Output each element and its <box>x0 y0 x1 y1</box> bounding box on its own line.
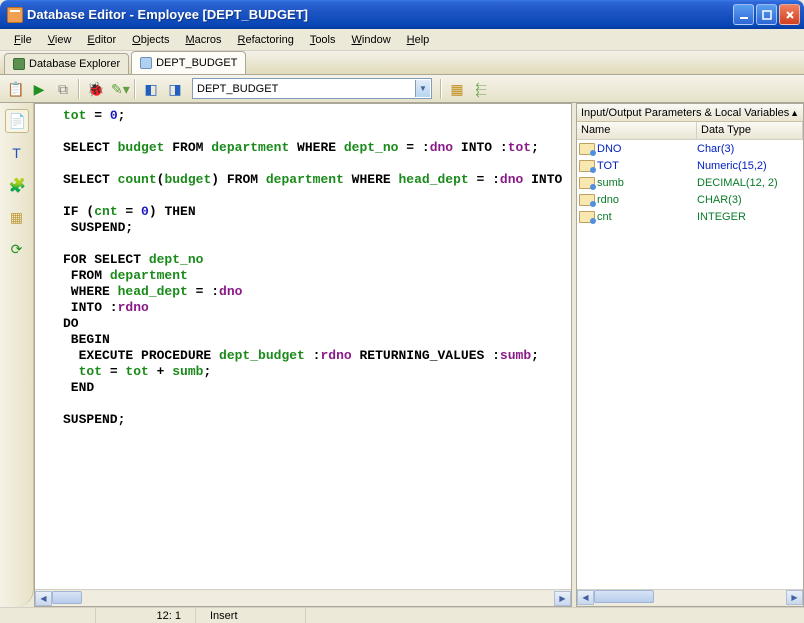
param-icon <box>579 160 595 172</box>
text-icon: T <box>9 145 25 161</box>
object-dropdown[interactable]: DEPT_BUDGET ▼ <box>192 78 432 99</box>
bookmark-next-icon: ◨ <box>167 81 183 97</box>
collapse-icon[interactable]: ▲ <box>790 108 799 118</box>
left-rail: 📄 T 🧩 ▦ ⟳ <box>0 103 34 607</box>
parameters-header: Input/Output Parameters & Local Variable… <box>577 104 803 122</box>
column-header-name[interactable]: Name <box>577 122 697 139</box>
run-button[interactable]: ▶ <box>28 78 50 100</box>
window-title: Database Editor - Employee [DEPT_BUDGET] <box>27 7 733 22</box>
menubar: File View Editor Objects Macros Refactor… <box>0 29 804 51</box>
status-rest <box>306 608 804 623</box>
app-icon <box>7 7 23 23</box>
menu-editor[interactable]: Editor <box>79 32 124 48</box>
debug-button[interactable]: 🐞 <box>84 78 106 100</box>
explorer-icon <box>13 58 25 70</box>
paste-button[interactable]: 📋 <box>4 78 26 100</box>
tab-label: Database Explorer <box>29 58 120 70</box>
toolbar-separator <box>440 79 442 99</box>
rail-text-button[interactable]: T <box>5 141 29 165</box>
scroll-right-button[interactable]: ▶ <box>554 591 571 606</box>
tab-dept-budget[interactable]: DEPT_BUDGET <box>131 51 246 74</box>
compile-button[interactable]: ⧉ <box>52 78 74 100</box>
bookmark-next-button[interactable]: ◨ <box>164 78 186 100</box>
scroll-thumb[interactable] <box>594 590 654 603</box>
tab-database-explorer[interactable]: Database Explorer <box>4 53 129 74</box>
param-row[interactable]: TOTNumeric(15,2) <box>577 157 803 174</box>
scroll-left-button[interactable]: ◀ <box>35 591 52 606</box>
play-icon: ▶ <box>31 81 47 97</box>
bookmark-prev-button[interactable]: ◧ <box>140 78 162 100</box>
code-editor[interactable]: tot = 0; SELECT budget FROM department W… <box>35 104 571 589</box>
status-cursor-pos: 12: 1 <box>96 608 196 623</box>
scroll-left-button[interactable]: ◀ <box>577 590 594 605</box>
param-icon <box>579 177 595 189</box>
menu-view[interactable]: View <box>40 32 80 48</box>
parameters-rows: DNOChar(3) TOTNumeric(15,2) sumbDECIMAL(… <box>577 140 803 589</box>
puzzle-icon: 🧩 <box>9 177 25 193</box>
close-icon <box>785 10 795 20</box>
menu-refactoring[interactable]: Refactoring <box>230 32 302 48</box>
paste-icon: 📋 <box>7 81 23 97</box>
add-column-icon: ▦ <box>449 81 465 97</box>
param-row[interactable]: DNOChar(3) <box>577 140 803 157</box>
param-icon <box>579 194 595 206</box>
scroll-track[interactable] <box>594 590 786 605</box>
scroll-thumb[interactable] <box>52 591 82 604</box>
column-header-type[interactable]: Data Type <box>697 122 803 139</box>
close-button[interactable] <box>779 4 800 25</box>
status-blank <box>0 608 96 623</box>
rail-refresh-button[interactable]: ⟳ <box>5 237 29 261</box>
tabstrip: Database Explorer DEPT_BUDGET <box>0 51 804 75</box>
param-row[interactable]: cntINTEGER <box>577 208 803 225</box>
status-insert-mode: Insert <box>196 608 306 623</box>
compile-icon: ⧉ <box>55 81 71 97</box>
statusbar: 12: 1 Insert <box>0 607 804 623</box>
maximize-button[interactable] <box>756 4 777 25</box>
param-icon <box>579 211 595 223</box>
scroll-right-button[interactable]: ▶ <box>786 590 803 605</box>
editor-hscrollbar[interactable]: ◀ ▶ <box>35 589 571 606</box>
panel-hscrollbar[interactable]: ◀ ▶ <box>577 589 803 606</box>
param-row[interactable]: sumbDECIMAL(12, 2) <box>577 174 803 191</box>
maximize-icon <box>762 10 772 20</box>
dependency-tree-button[interactable]: ⬱ <box>470 78 492 100</box>
dropdown-value: DEPT_BUDGET <box>197 83 415 95</box>
brush-icon: ✎▾ <box>111 81 127 97</box>
procedure-icon <box>140 57 152 69</box>
minimize-button[interactable] <box>733 4 754 25</box>
window-titlebar: Database Editor - Employee [DEPT_BUDGET] <box>0 0 804 29</box>
minimize-icon <box>739 10 749 20</box>
param-row[interactable]: rdnoCHAR(3) <box>577 191 803 208</box>
menu-objects[interactable]: Objects <box>124 32 177 48</box>
rail-sql-button[interactable]: 📄 <box>5 109 29 133</box>
add-column-button[interactable]: ▦ <box>446 78 468 100</box>
menu-macros[interactable]: Macros <box>177 32 229 48</box>
tab-label: DEPT_BUDGET <box>156 57 237 69</box>
window-controls <box>733 4 800 25</box>
parameters-title: Input/Output Parameters & Local Variable… <box>581 107 790 119</box>
main-area: 📄 T 🧩 ▦ ⟳ tot = 0; SELECT budget FROM de… <box>0 103 804 607</box>
menu-help[interactable]: Help <box>399 32 438 48</box>
sql-icon: 📄 <box>9 113 25 129</box>
code-editor-panel: tot = 0; SELECT budget FROM department W… <box>34 103 572 607</box>
format-button[interactable]: ✎▾ <box>108 78 130 100</box>
parameters-panel: Input/Output Parameters & Local Variable… <box>576 103 804 607</box>
toolbar-separator <box>78 79 80 99</box>
tree-icon: ⬱ <box>473 81 489 97</box>
menu-tools[interactable]: Tools <box>302 32 344 48</box>
grid-icon: ▦ <box>9 209 25 225</box>
toolbar-separator <box>134 79 136 99</box>
parameters-columns: Name Data Type <box>577 122 803 140</box>
menu-window[interactable]: Window <box>344 32 399 48</box>
bookmark-prev-icon: ◧ <box>143 81 159 97</box>
menu-file[interactable]: File <box>6 32 40 48</box>
rail-plugins-button[interactable]: 🧩 <box>5 173 29 197</box>
refresh-icon: ⟳ <box>9 241 25 257</box>
scroll-track[interactable] <box>52 591 554 606</box>
bug-icon: 🐞 <box>87 81 103 97</box>
rail-data-button[interactable]: ▦ <box>5 205 29 229</box>
chevron-down-icon: ▼ <box>415 80 430 97</box>
param-icon <box>579 143 595 155</box>
toolbar: 📋 ▶ ⧉ 🐞 ✎▾ ◧ ◨ DEPT_BUDGET ▼ ▦ ⬱ <box>0 75 804 103</box>
